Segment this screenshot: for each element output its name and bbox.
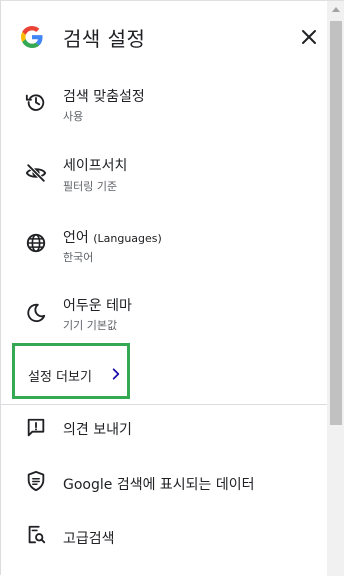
- scrollbar-thumb[interactable]: [330, 21, 342, 425]
- moon-icon: [27, 303, 46, 323]
- menu-item-advanced-search[interactable]: 고급검색: [1, 519, 327, 559]
- globe-icon: [26, 233, 46, 253]
- menu-item-label: 세이프서치: [63, 158, 128, 174]
- shield-data-icon: [27, 470, 45, 492]
- menu-item-sublabel: 기기 기본값: [63, 319, 118, 332]
- google-g-logo: [21, 26, 43, 48]
- scroll-up-arrow-icon[interactable]: [332, 7, 340, 12]
- eye-off-icon: [25, 163, 47, 183]
- menu-item-label: 어두운 테마: [63, 298, 132, 314]
- menu-item-label: Google 검색에 표시되는 데이터: [63, 477, 255, 493]
- menu-item-label: 의견 보내기: [63, 422, 132, 438]
- menu-item-personalization[interactable]: 검색 맞춤설정 사용: [1, 81, 327, 131]
- panel-header: 검색 설정: [1, 1, 327, 73]
- menu-item-your-data[interactable]: Google 검색에 표시되는 데이터: [1, 463, 327, 503]
- menu-item-sublabel: 한국어: [63, 251, 94, 264]
- feedback-icon: [27, 418, 45, 437]
- page-title: 검색 설정: [63, 27, 146, 51]
- search-settings-panel: 검색 설정 검색 맞춤설정 사용 세이프서치 필터링 기준 언어 (Langua…: [0, 0, 344, 576]
- menu-item-sublabel: 필터링 기준: [63, 180, 118, 193]
- vertical-scrollbar[interactable]: [327, 1, 344, 576]
- menu-item-label: 검색 맞춤설정: [63, 89, 145, 105]
- menu-item-label: 고급검색: [63, 531, 115, 547]
- menu-item-dark-theme[interactable]: 어두운 테마 기기 기본값: [1, 293, 327, 343]
- menu-item-feedback[interactable]: 의견 보내기: [1, 411, 327, 451]
- advanced-search-icon: [28, 525, 46, 544]
- menu-item-sublabel: 사용: [63, 110, 84, 123]
- history-icon: [25, 94, 45, 111]
- menu-item-language[interactable]: 언어 (Languages) 한국어: [1, 223, 327, 273]
- divider: [1, 404, 327, 405]
- menu-item-label: 언어 (Languages): [63, 230, 162, 246]
- more-settings-label: 설정 더보기: [28, 370, 92, 385]
- menu-item-safesearch[interactable]: 세이프서치 필터링 기준: [1, 151, 327, 201]
- more-settings-button[interactable]: 설정 더보기: [12, 343, 130, 399]
- close-icon[interactable]: [297, 25, 321, 49]
- chevron-right-icon: [112, 368, 120, 380]
